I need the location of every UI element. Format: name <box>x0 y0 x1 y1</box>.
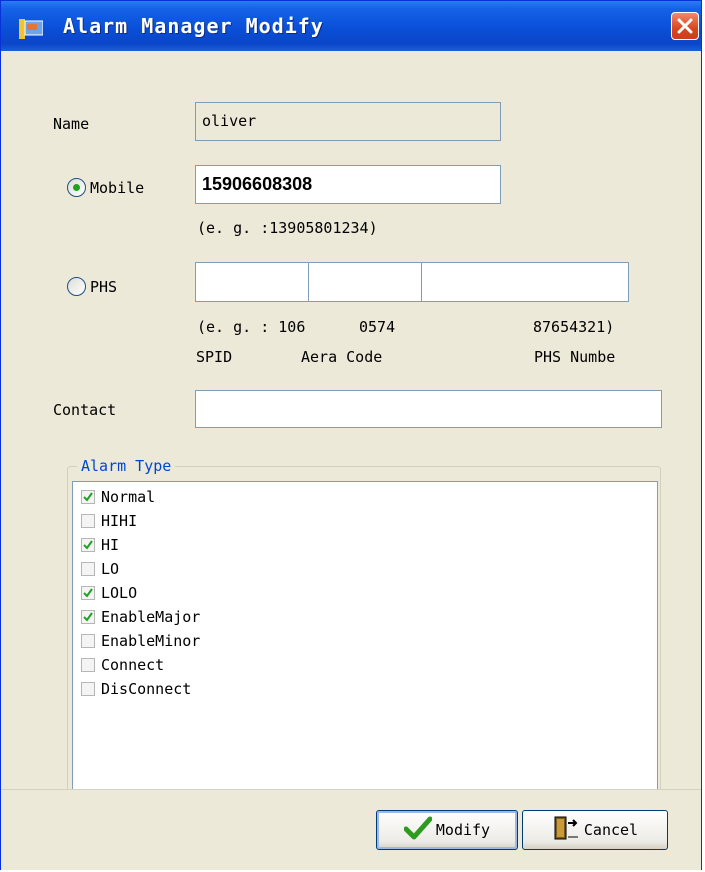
exit-door-icon <box>552 815 580 845</box>
alarm-type-item-lo[interactable]: LO <box>81 558 119 580</box>
alarm-type-title: Alarm Type <box>77 457 176 475</box>
checkbox-label: DisConnect <box>101 680 192 698</box>
area-code-caption: Aera Code <box>301 348 383 366</box>
mobile-label: Mobile <box>90 179 145 197</box>
phs-label: PHS <box>90 278 118 296</box>
checkbox-label: HIHI <box>101 512 138 530</box>
name-label: Name <box>53 115 90 133</box>
mobile-radio[interactable] <box>67 178 86 197</box>
modify-label: Modify <box>435 821 491 839</box>
window-title: Alarm Manager Modify <box>63 14 324 38</box>
checkmark-icon <box>83 588 93 598</box>
checkbox[interactable] <box>81 562 95 576</box>
checkbox-label: Normal <box>101 488 156 506</box>
close-icon <box>677 18 693 34</box>
title-bar[interactable]: Alarm Manager Modify <box>1 1 701 51</box>
checkbox-label: EnableMinor <box>101 632 201 650</box>
alarm-type-item-lolo[interactable]: LOLO <box>81 582 137 604</box>
checkbox[interactable] <box>81 538 95 552</box>
alarm-type-item-hi[interactable]: HI <box>81 534 119 556</box>
contact-input[interactable] <box>195 390 662 428</box>
checkbox[interactable] <box>81 586 95 600</box>
checkmark-icon <box>403 816 433 844</box>
checkbox[interactable] <box>81 490 95 504</box>
phs-example-number: 87654321) <box>533 318 615 336</box>
phs-spid-input[interactable] <box>195 262 309 302</box>
button-bar: Modify Cancel <box>1 789 701 870</box>
phs-example-area: 0574 <box>359 318 396 336</box>
name-field[interactable]: oliver <box>195 102 501 141</box>
checkbox-label: LOLO <box>101 584 138 602</box>
alarm-type-item-enableminor[interactable]: EnableMinor <box>81 630 200 652</box>
checkbox[interactable] <box>81 514 95 528</box>
checkmark-icon <box>83 612 93 622</box>
checkmark-icon <box>83 540 93 550</box>
dialog-window: Alarm Manager Modify Name oliver Mobile … <box>0 0 702 870</box>
checkbox-label: HI <box>101 536 120 554</box>
phs-example-prefix: (e. g. : 106 <box>197 318 306 336</box>
modify-button[interactable]: Modify <box>376 810 518 850</box>
phs-number-caption: PHS Numbe <box>534 348 616 366</box>
close-button[interactable] <box>671 12 699 40</box>
cancel-button[interactable]: Cancel <box>522 810 668 850</box>
spid-caption: SPID <box>196 348 233 366</box>
phs-radio[interactable] <box>67 277 86 296</box>
checkmark-icon <box>83 492 93 502</box>
checkbox[interactable] <box>81 658 95 672</box>
cancel-label: Cancel <box>583 821 639 839</box>
alarm-type-list[interactable]: Normal HIHI HI LO LOLO EnableMajor Enabl… <box>72 481 658 793</box>
alarm-type-item-disconnect[interactable]: DisConnect <box>81 678 191 700</box>
alarm-type-item-connect[interactable]: Connect <box>81 654 164 676</box>
alarm-type-item-normal[interactable]: Normal <box>81 486 155 508</box>
checkbox[interactable] <box>81 610 95 624</box>
mobile-input[interactable]: 15906608308 <box>195 165 501 204</box>
app-icon <box>19 17 44 41</box>
alarm-type-item-hihi[interactable]: HIHI <box>81 510 137 532</box>
checkbox-label: LO <box>101 560 120 578</box>
mobile-example: (e. g. :13905801234) <box>197 219 378 237</box>
radio-selected-dot <box>73 184 80 191</box>
contact-label: Contact <box>53 401 117 419</box>
alarm-type-item-enablemajor[interactable]: EnableMajor <box>81 606 200 628</box>
phs-area-code-input[interactable] <box>308 262 422 302</box>
checkbox-label: Connect <box>101 656 165 674</box>
checkbox-label: EnableMajor <box>101 608 201 626</box>
phs-number-input[interactable] <box>421 262 629 302</box>
checkbox[interactable] <box>81 682 95 696</box>
checkbox[interactable] <box>81 634 95 648</box>
